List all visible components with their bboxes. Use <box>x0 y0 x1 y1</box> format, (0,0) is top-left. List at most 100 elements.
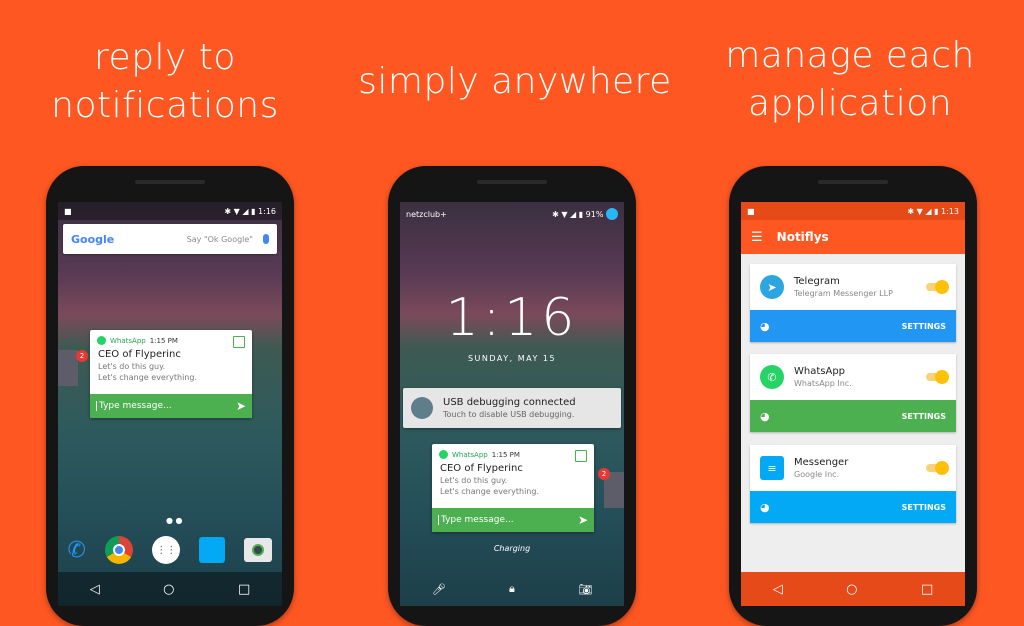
telegram-icon: ➤ <box>760 275 784 299</box>
signal-icon: ◢ <box>570 209 577 219</box>
settings-bar[interactable]: ◕ SETTINGS <box>750 491 956 523</box>
headline-center: simply anywhere <box>350 58 680 106</box>
home-icon[interactable]: ○ <box>163 582 174 597</box>
notification-title: CEO of Flyperinc <box>98 349 181 360</box>
recents-icon[interactable]: □ <box>238 582 250 597</box>
home-icon[interactable]: ○ <box>846 582 857 597</box>
bluetooth-icon: ✱ <box>907 206 915 216</box>
notification-header: WhatsApp 1:15 PM <box>432 444 594 459</box>
settings-bar[interactable]: ◕ SETTINGS <box>750 400 956 432</box>
reply-bar: Type message... ➤ <box>90 394 252 418</box>
notification-app-name: WhatsApp <box>452 450 488 459</box>
open-external-icon[interactable] <box>233 336 245 348</box>
app-enable-toggle[interactable] <box>926 280 949 294</box>
menu-icon[interactable]: ☰ <box>751 230 763 245</box>
wifi-icon: ▼ <box>233 206 240 216</box>
back-icon[interactable]: ◁ <box>90 582 100 597</box>
palette-icon[interactable]: ◕ <box>760 501 770 514</box>
lock-date: SUNDAY, MAY 15 <box>467 354 557 363</box>
lock-shortcuts-bar: 🎤︎ 🔒︎ 📷︎ <box>400 572 624 606</box>
android-debug-icon <box>411 397 433 419</box>
signal-icon: ◢ <box>242 206 249 216</box>
back-icon[interactable]: ◁ <box>773 582 783 597</box>
chrome-app-icon[interactable] <box>105 536 134 564</box>
lock-screen: netzclub+ ✱ ▼ ◢ ▮ 91% 1:16 SUNDAY, MAY 1… <box>400 202 624 606</box>
battery-icon: ▮ <box>934 206 939 216</box>
palette-icon[interactable]: ◕ <box>760 320 770 333</box>
send-icon[interactable]: ➤ <box>578 513 588 527</box>
user-avatar-icon[interactable] <box>606 208 618 220</box>
settings-button[interactable]: SETTINGS <box>902 412 946 421</box>
status-bar: ■ ✱ ▼ ◢ ▮ 1:13 <box>741 202 965 220</box>
mic-icon[interactable] <box>263 234 269 244</box>
headline-left-line2: notifications <box>51 85 279 126</box>
notification-line-1: Let's do this guy. <box>440 476 508 485</box>
notiflys-app-screen: ■ ✱ ▼ ◢ ▮ 1:13 ☰ Notiflys ➤ Telegram Tel… <box>741 202 965 606</box>
home-screen: ■ ✱ ▼ ◢ ▮ 1:16 Google Say "Ok Google" 2 … <box>58 202 282 606</box>
mic-icon[interactable]: 🎤︎ <box>432 583 446 596</box>
reply-input[interactable]: Type message... <box>438 515 578 525</box>
messenger-icon: ≡ <box>760 456 784 480</box>
usb-debugging-notification[interactable]: USB debugging connected Touch to disable… <box>403 388 621 428</box>
camera-app-icon[interactable] <box>244 538 273 562</box>
app-name: Telegram <box>794 276 840 287</box>
phone-app-settings: ■ ✱ ▼ ◢ ▮ 1:13 ☰ Notiflys ➤ Telegram Tel… <box>729 166 977 626</box>
battery-percent: 91% <box>585 209 604 219</box>
notification-title: CEO of Flyperinc <box>440 463 523 474</box>
phone-home-screen: ■ ✱ ▼ ◢ ▮ 1:16 Google Say "Ok Google" 2 … <box>46 166 294 626</box>
google-search-bar[interactable]: Google Say "Ok Google" <box>63 224 277 254</box>
navigation-bar: ◁ ○ □ <box>58 572 282 606</box>
app-toolbar: ☰ Notiflys <box>741 220 965 254</box>
phone-lock-screen: netzclub+ ✱ ▼ ◢ ▮ 91% 1:16 SUNDAY, MAY 1… <box>388 166 636 626</box>
wifi-icon: ▼ <box>916 206 923 216</box>
android-icon: ■ <box>747 206 755 216</box>
palette-icon[interactable]: ◕ <box>760 410 770 423</box>
usb-title: USB debugging connected <box>443 397 576 408</box>
headline-right-line2: application <box>747 83 953 124</box>
settings-button[interactable]: SETTINGS <box>902 503 946 512</box>
app-publisher: Google Inc. <box>794 470 840 479</box>
app-publisher: WhatsApp Inc. <box>794 379 852 388</box>
app-enable-toggle[interactable] <box>926 370 949 384</box>
status-bar: ■ ✱ ▼ ◢ ▮ 1:16 <box>58 202 282 220</box>
contact-thumbnail <box>58 350 78 386</box>
app-enable-toggle[interactable] <box>926 461 949 475</box>
app-card-messenger: ≡ Messenger Google Inc. ◕ SETTINGS <box>750 445 956 523</box>
headline-right: manage each application <box>720 32 980 128</box>
headline-left: reply to notifications <box>30 34 300 130</box>
android-icon: ■ <box>64 206 72 216</box>
app-publisher: Telegram Messenger LLP <box>794 289 893 298</box>
whatsapp-notification-card[interactable]: WhatsApp 1:15 PM CEO of Flyperinc Let's … <box>432 444 594 532</box>
app-drawer-icon[interactable]: ⋮⋮ <box>152 536 181 564</box>
status-time: 1:13 <box>941 206 959 216</box>
camera-icon[interactable]: 📷︎ <box>578 583 592 596</box>
phone-speaker <box>818 180 888 184</box>
whatsapp-icon <box>97 336 106 345</box>
whatsapp-icon <box>439 450 448 459</box>
reply-input[interactable]: Type message... <box>96 401 236 411</box>
bluetooth-icon: ✱ <box>552 209 559 219</box>
messenger-app-icon[interactable] <box>199 537 226 563</box>
lock-clock: 1:16 <box>445 288 579 348</box>
status-bar: netzclub+ ✱ ▼ ◢ ▮ 91% <box>400 202 624 226</box>
settings-button[interactable]: SETTINGS <box>902 322 946 331</box>
unread-badge: 2 <box>598 468 610 480</box>
notification-header: WhatsApp 1:15 PM <box>90 330 252 345</box>
dock: ✆ ⋮⋮ <box>58 532 282 568</box>
app-card-whatsapp: ✆ WhatsApp WhatsApp Inc. ◕ SETTINGS <box>750 354 956 432</box>
whatsapp-notification-card[interactable]: WhatsApp 1:15 PM CEO of Flyperinc Let's … <box>90 330 252 418</box>
reply-bar: Type message... ➤ <box>432 508 594 532</box>
signal-icon: ◢ <box>925 206 932 216</box>
status-time: 1:16 <box>258 206 276 216</box>
settings-bar[interactable]: ◕ SETTINGS <box>750 310 956 342</box>
usb-subtitle: Touch to disable USB debugging. <box>443 410 575 419</box>
app-name: Messenger <box>794 457 849 468</box>
recents-icon[interactable]: □ <box>921 582 933 597</box>
open-external-icon[interactable] <box>575 450 587 462</box>
whatsapp-icon: ✆ <box>760 365 784 389</box>
page-indicator: ● ● <box>166 516 183 525</box>
notification-time: 1:15 PM <box>491 450 520 459</box>
send-icon[interactable]: ➤ <box>236 399 246 413</box>
lock-icon[interactable]: 🔒︎ <box>509 582 515 596</box>
phone-app-icon[interactable]: ✆ <box>68 538 86 563</box>
